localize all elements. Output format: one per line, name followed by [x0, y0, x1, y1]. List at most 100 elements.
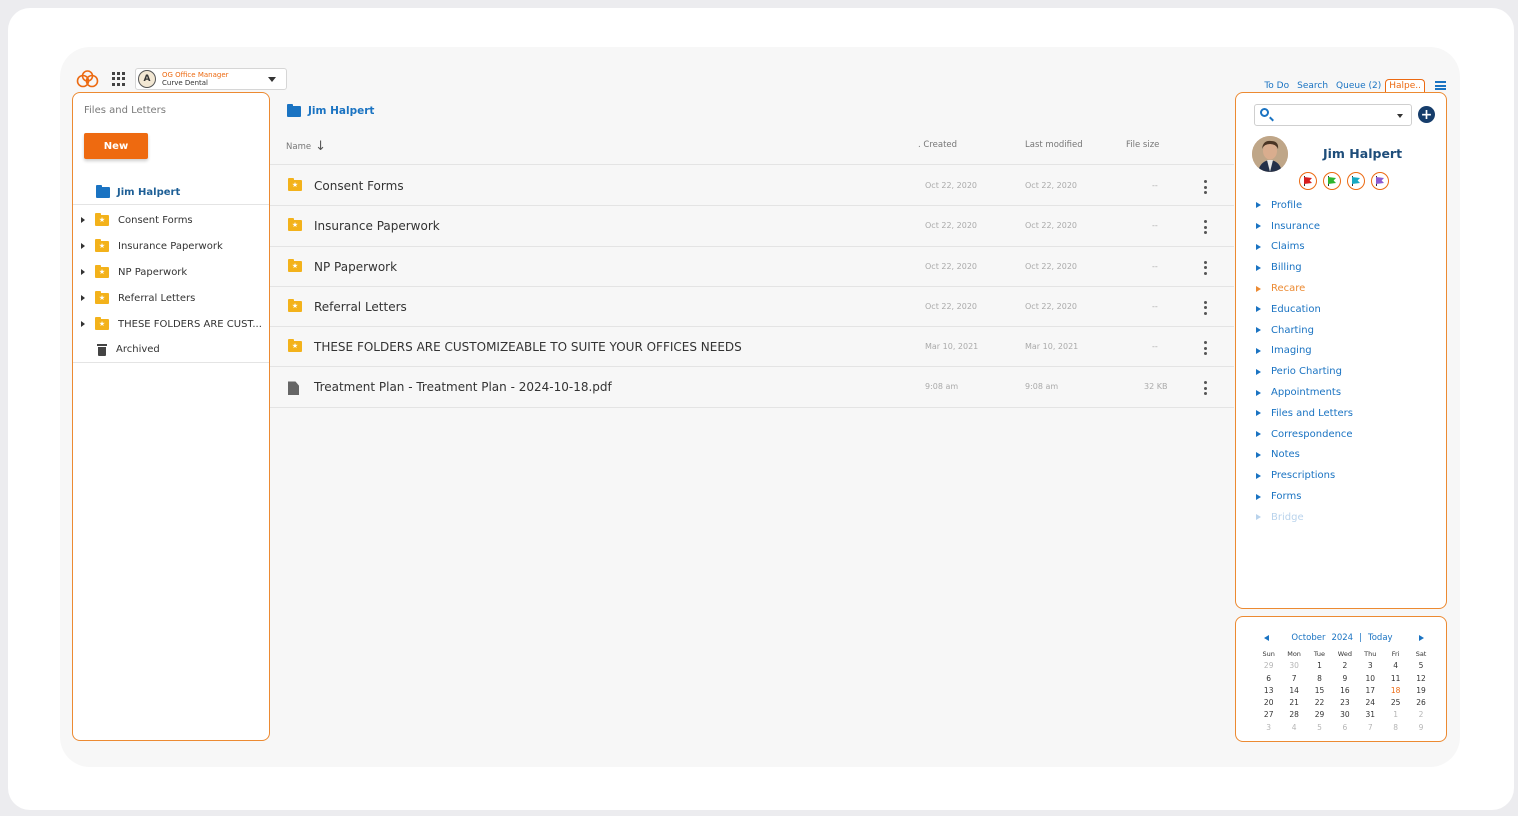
calendar-day[interactable]: 19 — [1408, 685, 1433, 697]
calendar-day[interactable]: 3 — [1256, 722, 1281, 734]
nav-education[interactable]: Education — [1256, 299, 1353, 320]
more-options-icon[interactable] — [1203, 381, 1207, 396]
calendar-day[interactable]: 21 — [1281, 697, 1306, 709]
tree-item-custom-folders[interactable]: ★ THESE FOLDERS ARE CUST... — [73, 311, 269, 337]
calendar-day[interactable]: 22 — [1307, 697, 1332, 709]
calendar-day[interactable]: 30 — [1332, 709, 1357, 721]
calendar-today-link[interactable]: Today — [1368, 633, 1393, 643]
calendar-day[interactable]: 13 — [1256, 685, 1281, 697]
calendar-day[interactable]: 16 — [1332, 685, 1357, 697]
calendar-day-today[interactable]: 18 — [1383, 685, 1408, 697]
calendar-day[interactable]: 29 — [1307, 709, 1332, 721]
tree-item-insurance-paperwork[interactable]: ★ Insurance Paperwork — [73, 233, 269, 259]
calendar-day[interactable]: 5 — [1307, 722, 1332, 734]
calendar-day[interactable]: 1 — [1383, 709, 1408, 721]
calendar-year[interactable]: 2024 — [1331, 633, 1353, 643]
calendar-day[interactable]: 23 — [1332, 697, 1357, 709]
calendar-day[interactable]: 2 — [1408, 709, 1433, 721]
nav-notes[interactable]: Notes — [1256, 445, 1353, 466]
nav-prescriptions[interactable]: Prescriptions — [1256, 465, 1353, 486]
tree-item-np-paperwork[interactable]: ★ NP Paperwork — [73, 259, 269, 285]
nav-imaging[interactable]: Imaging — [1256, 341, 1353, 362]
nav-billing[interactable]: Billing — [1256, 257, 1353, 278]
calendar-day[interactable]: 4 — [1383, 660, 1408, 672]
column-created[interactable]: . Created — [918, 140, 957, 150]
apps-grid-icon[interactable] — [112, 72, 126, 86]
table-row[interactable]: ★ THESE FOLDERS ARE CUSTOMIZEABLE TO SUI… — [270, 327, 1234, 368]
calendar-day[interactable]: 9 — [1332, 673, 1357, 685]
table-row[interactable]: ★ Referral Letters Oct 22, 2020 Oct 22, … — [270, 287, 1234, 328]
table-row[interactable]: ★ NP Paperwork Oct 22, 2020 Oct 22, 2020… — [270, 247, 1234, 287]
teal-flag-icon[interactable] — [1347, 172, 1365, 190]
expand-arrow-icon[interactable] — [81, 321, 85, 327]
calendar-day[interactable]: 24 — [1358, 697, 1383, 709]
new-button[interactable]: New — [84, 133, 148, 159]
nav-claims[interactable]: Claims — [1256, 237, 1353, 258]
calendar-day[interactable]: 10 — [1358, 673, 1383, 685]
calendar-day[interactable]: 7 — [1281, 673, 1306, 685]
patient-search-input[interactable] — [1254, 104, 1412, 126]
more-options-icon[interactable] — [1203, 341, 1207, 356]
more-options-icon[interactable] — [1203, 300, 1207, 315]
tree-item-consent-forms[interactable]: ★ Consent Forms — [73, 207, 269, 233]
caret-down-icon[interactable] — [1397, 114, 1403, 118]
patient-tab[interactable]: Halpe.. — [1385, 79, 1425, 92]
calendar-day[interactable]: 7 — [1358, 722, 1383, 734]
calendar-month[interactable]: October — [1291, 633, 1325, 643]
calendar-day[interactable]: 9 — [1408, 722, 1433, 734]
calendar-day[interactable]: 8 — [1307, 673, 1332, 685]
calendar-day[interactable]: 5 — [1408, 660, 1433, 672]
calendar-day[interactable]: 27 — [1256, 709, 1281, 721]
calendar-day[interactable]: 2 — [1332, 660, 1357, 672]
tree-item-archived[interactable]: Archived — [73, 337, 269, 363]
column-size[interactable]: File size — [1126, 140, 1159, 150]
more-options-icon[interactable] — [1203, 220, 1207, 235]
calendar-day[interactable]: 29 — [1256, 660, 1281, 672]
calendar-day[interactable]: 4 — [1281, 722, 1306, 734]
expand-arrow-icon[interactable] — [81, 243, 85, 249]
row-name[interactable]: Treatment Plan - Treatment Plan - 2024-1… — [314, 380, 612, 394]
calendar-day[interactable]: 28 — [1281, 709, 1306, 721]
calendar-day[interactable]: 11 — [1383, 673, 1408, 685]
nav-perio-charting[interactable]: Perio Charting — [1256, 361, 1353, 382]
row-name[interactable]: NP Paperwork — [314, 260, 397, 274]
more-options-icon[interactable] — [1203, 260, 1207, 275]
calendar-day[interactable]: 20 — [1256, 697, 1281, 709]
row-name[interactable]: Referral Letters — [314, 300, 407, 314]
table-row[interactable]: ★ Insurance Paperwork Oct 22, 2020 Oct 2… — [270, 206, 1234, 247]
table-row[interactable]: ★ Consent Forms Oct 22, 2020 Oct 22, 202… — [270, 166, 1234, 207]
nav-forms[interactable]: Forms — [1256, 486, 1353, 507]
calendar-day[interactable]: 8 — [1383, 722, 1408, 734]
calendar-day[interactable]: 3 — [1358, 660, 1383, 672]
nav-insurance[interactable]: Insurance — [1256, 216, 1353, 237]
nav-correspondence[interactable]: Correspondence — [1256, 424, 1353, 445]
expand-arrow-icon[interactable] — [81, 269, 85, 275]
calendar-day[interactable]: 17 — [1358, 685, 1383, 697]
user-office-select[interactable]: A OG Office Manager Curve Dental — [135, 68, 287, 90]
calendar-day[interactable]: 31 — [1358, 709, 1383, 721]
nav-charting[interactable]: Charting — [1256, 320, 1353, 341]
curve-logo-icon[interactable] — [76, 70, 100, 88]
row-name[interactable]: Insurance Paperwork — [314, 219, 440, 233]
tree-root-folder[interactable]: Jim Halpert — [73, 181, 269, 205]
column-modified[interactable]: Last modified — [1025, 140, 1083, 150]
add-patient-button[interactable]: + — [1418, 106, 1435, 123]
expand-arrow-icon[interactable] — [81, 295, 85, 301]
calendar-day[interactable]: 12 — [1408, 673, 1433, 685]
hamburger-menu-icon[interactable] — [1435, 81, 1446, 90]
calendar-day[interactable]: 15 — [1307, 685, 1332, 697]
green-flag-icon[interactable] — [1323, 172, 1341, 190]
nav-appointments[interactable]: Appointments — [1256, 382, 1353, 403]
next-month-icon[interactable] — [1419, 635, 1424, 641]
calendar-day[interactable]: 14 — [1281, 685, 1306, 697]
expand-arrow-icon[interactable] — [81, 217, 85, 223]
table-row[interactable]: Treatment Plan - Treatment Plan - 2024-1… — [270, 367, 1234, 408]
nav-recare[interactable]: Recare — [1256, 278, 1353, 299]
calendar-day[interactable]: 1 — [1307, 660, 1332, 672]
calendar-day[interactable]: 6 — [1256, 673, 1281, 685]
more-options-icon[interactable] — [1203, 180, 1207, 194]
calendar-day[interactable]: 30 — [1281, 660, 1306, 672]
column-name[interactable]: Name ↓ — [286, 140, 326, 153]
todo-link[interactable]: To Do — [1264, 81, 1289, 91]
search-link[interactable]: Search — [1297, 81, 1328, 91]
